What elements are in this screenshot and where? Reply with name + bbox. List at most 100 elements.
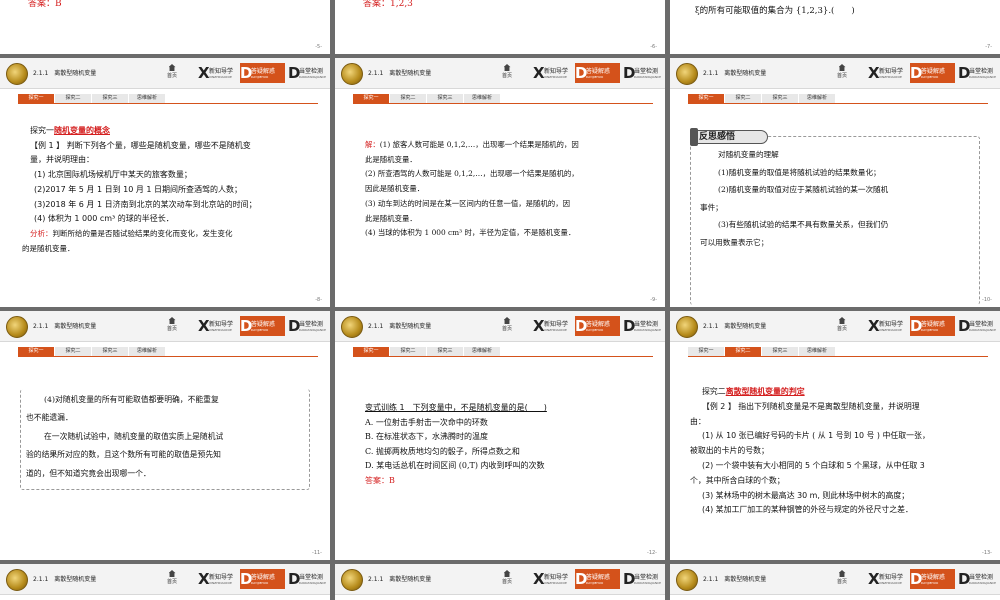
tab-bar: 探究一 探究二 探究三 思维解析 [18,94,318,104]
tab-tanjiu-2[interactable]: 探究二 [725,94,761,103]
content-line: 被取出的卡片的号数； [690,446,769,456]
school-logo-icon [6,569,28,591]
tab-tanjiu-2[interactable]: 探究二 [55,94,91,103]
home-icon [503,317,511,324]
tab-tanjiu-1[interactable]: 探究一 [688,94,724,103]
home-button[interactable]: 首页 [500,317,514,332]
slide-header: 2.1.1 离散型随机变量 首页 X 新知导学 XINZHIDAOXUE D 答疑解惑… [670,311,1000,342]
tab-bar: 探究一 探究二 探究三 思维解析 [353,347,653,357]
tab-siwei-jiexi[interactable]: 思维解析 [129,347,165,356]
slide-header: 2.1.1 离散型随机变量 首页 X 新知导学 XINZHIDAOXUE D 答疑解惑… [670,564,1000,595]
home-button[interactable]: 首页 [500,64,514,79]
tab-tanjiu-3[interactable]: 探究三 [762,94,798,103]
analysis-line: 分析：判断所给的量是否随试验结果的变化而变化，发生变化 [30,228,233,238]
content-line: (4) 当球的体积为 1 000 cm³ 时，半径为定值，不是随机变量． [365,228,576,238]
nav-dayijiehuo[interactable]: D 答疑解惑 DAYIJIEHUO [575,63,620,83]
home-button[interactable]: 首页 [835,64,849,79]
tab-tanjiu-2[interactable]: 探究二 [725,347,761,356]
content-line: (2) 一个袋中装有大小相同的 5 个白球和 5 个黑球，从中任取 3 [702,460,925,470]
content-line: (1) 北京国际机场候机厅中某天的旅客数量； [34,170,192,180]
content-line: 也不能遗漏． [26,413,73,423]
school-logo-icon [341,63,363,85]
slide-13[interactable]: 2.1.1 离散型随机变量 首页 X 新知导学 XINZHIDAOXUE D 答疑解惑… [670,311,1000,560]
nav-dayijiehuo[interactable]: D 答疑解惑 DAYIJIEHUO [240,316,285,336]
home-icon [838,64,846,71]
slide-10[interactable]: 2.1.1 离散型随机变量 首页 X 新知导学 XINZHIDAOXUE D 答疑解惑… [670,58,1000,307]
content-line: (2)2017 年 5 月 1 日到 10 月 1 日期间所查酒驾的人数； [34,184,243,194]
content-line: 因此是随机变量． [365,184,425,194]
tab-tanjiu-2[interactable]: 探究二 [390,94,426,103]
tab-tanjiu-1[interactable]: 探究一 [353,347,389,356]
tab-siwei-jiexi[interactable]: 思维解析 [799,94,835,103]
content-line: 对随机变量的理解 [718,150,779,159]
tab-tanjiu-1[interactable]: 探究一 [18,94,54,103]
home-icon [503,64,511,71]
tab-bar: 探究一 探究二 探究三 思维解析 [688,94,988,104]
school-logo-icon [341,316,363,338]
slide-header: 2.1.1 离散型随机变量 首页 X 新知导学 XINZHIDAOXUE D 答疑解惑… [0,564,330,595]
lesson-title: 2.1.1 离散型随机变量 [368,323,432,330]
home-button[interactable]: 首页 [165,570,179,585]
content-line: 【例 1 】 判断下列各个量，哪些是随机变量，哪些不是随机变 [30,140,251,150]
section-heading: 探究二离散型随机变量的判定 [702,387,805,396]
slide-16[interactable]: 2.1.1 离散型随机变量 首页 X 新知导学 XINZHIDAOXUE D 答疑解惑… [670,564,1000,600]
slide-14[interactable]: 2.1.1 离散型随机变量 首页 X 新知导学 XINZHIDAOXUE D 答疑解惑… [0,564,330,600]
content-line: 此是随机变量． [365,213,417,223]
tab-tanjiu-3[interactable]: 探究三 [92,347,128,356]
answer-text: 答案：B [28,0,62,9]
content-line: 事件； [700,202,723,212]
tab-tanjiu-2[interactable]: 探究二 [55,347,91,356]
school-logo-icon [676,63,698,85]
tab-siwei-jiexi[interactable]: 思维解析 [464,94,500,103]
home-button[interactable]: 首页 [165,317,179,332]
slide-11[interactable]: 2.1.1 离散型随机变量 首页 X 新知导学 XINZHIDAOXUE D 答疑解惑… [0,311,330,560]
content-line: 的是随机变量． [22,243,75,253]
school-logo-icon [676,316,698,338]
content-line: 在一次随机试验中，随机变量的取值实质上是随机试 [44,431,224,441]
solution-line: 解：(1) 旅客人数可能是 0,1,2,…，出现哪一个结果是随机的，因 [365,140,579,149]
tab-tanjiu-3[interactable]: 探究三 [427,347,463,356]
slide-7[interactable]: ξ的所有可能取值的集合为 {1,2,3}.( ) -7- [670,0,1000,54]
content-line: (4) 体积为 1 000 cm³ 的球的半径长． [34,214,174,224]
option-a: A. 一位射击手射击一次命中的环数 [365,417,488,427]
slide-15[interactable]: 2.1.1 离散型随机变量 首页 X 新知导学 XINZHIDAOXUE D 答疑解惑… [335,564,665,600]
nav-dayijiehuo[interactable]: D 答疑解惑 DAYIJIEHUO [575,569,620,589]
slide-6[interactable]: 答案：1,2,3 -6- [335,0,665,54]
home-icon [168,317,176,324]
home-button[interactable]: 首页 [835,317,849,332]
tab-tanjiu-1[interactable]: 探究一 [353,94,389,103]
tab-siwei-jiexi[interactable]: 思维解析 [464,347,500,356]
tab-bar: 探究一 探究二 探究三 思维解析 [353,94,653,104]
nav-dayijiehuo[interactable]: D 答疑解惑 DAYIJIEHUO [910,63,955,83]
home-button[interactable]: 首页 [165,64,179,79]
home-button[interactable]: 首页 [835,570,849,585]
nav-dayijiehuo[interactable]: D 答疑解惑 DAYIJIEHUO [910,316,955,336]
tab-tanjiu-3[interactable]: 探究三 [427,94,463,103]
slide-8[interactable]: 2.1.1 离散型随机变量 首页 X 新知导学 XINZHIDAOXUE D 答疑解惑… [0,58,330,307]
nav-dayijiehuo[interactable]: D 答疑解惑 DAYIJIEHUO [240,63,285,83]
nav-dayijiehuo[interactable]: D 答疑解惑 DAYIJIEHUO [240,569,285,589]
nav-dayijiehuo[interactable]: D 答疑解惑 DAYIJIEHUO [910,569,955,589]
tab-siwei-jiexi[interactable]: 思维解析 [129,94,165,103]
tab-tanjiu-1[interactable]: 探究一 [18,347,54,356]
slide-9[interactable]: 2.1.1 离散型随机变量 首页 X 新知导学 XINZHIDAOXUE D 答疑解惑… [335,58,665,307]
tab-tanjiu-1[interactable]: 探究一 [688,347,724,356]
tab-tanjiu-3[interactable]: 探究三 [92,94,128,103]
tab-tanjiu-2[interactable]: 探究二 [390,347,426,356]
slide-5[interactable]: 答案：B -5- [0,0,330,54]
lesson-title: 2.1.1 离散型随机变量 [368,70,432,77]
page-number: -7- [985,44,992,50]
home-button[interactable]: 首页 [500,570,514,585]
content-line: 道的，但不知道究竟会出现哪一个． [26,468,151,478]
school-logo-icon [6,316,28,338]
slide-header: 2.1.1 离散型随机变量 首页 X 新知导学 XINZHIDAOXUE D 答疑解惑… [335,564,665,595]
tab-tanjiu-3[interactable]: 探究三 [762,347,798,356]
tab-siwei-jiexi[interactable]: 思维解析 [799,347,835,356]
nav-dayijiehuo[interactable]: D 答疑解惑 DAYIJIEHUO [575,316,620,336]
page-number: -12- [647,550,657,556]
lesson-title: 2.1.1 离散型随机变量 [33,323,97,330]
content-line: 【例 2 】 指出下列随机变量是不是离散型随机变量，并说明理 [702,401,920,411]
home-icon [168,64,176,71]
slide-12[interactable]: 2.1.1 离散型随机变量 首页 X 新知导学 XINZHIDAOXUE D 答疑解惑… [335,311,665,560]
tab-bar: 探究一 探究二 探究三 思维解析 [688,347,988,357]
